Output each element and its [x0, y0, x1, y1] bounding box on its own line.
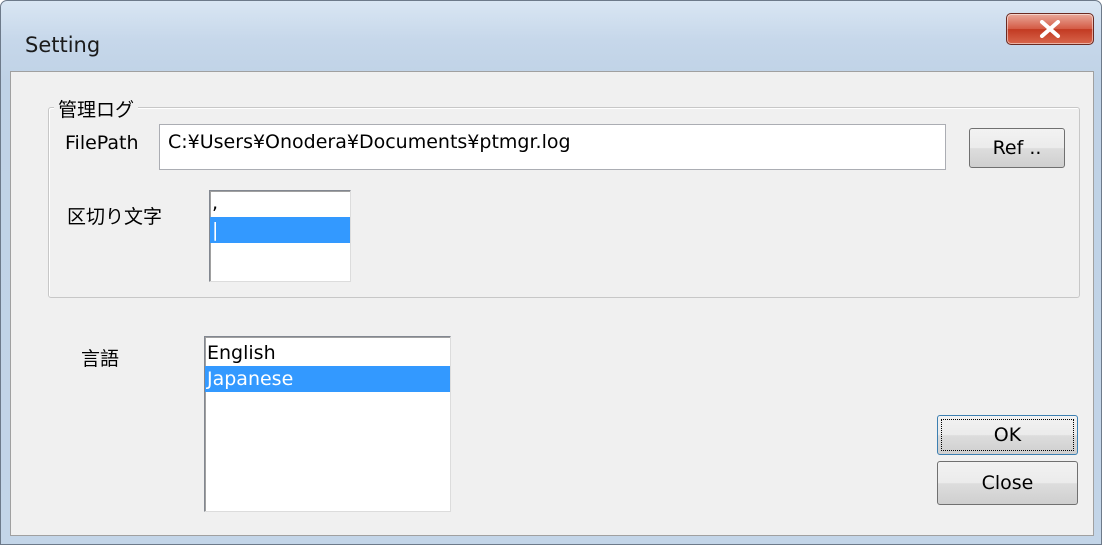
close-button[interactable]: Close — [937, 461, 1078, 505]
log-group-legend: 管理ログ — [54, 95, 139, 122]
dialog-client-area: 管理ログ FilePath C:¥Users¥Onodera¥Documents… — [10, 71, 1094, 536]
delimiter-listbox[interactable]: , | — [209, 190, 351, 282]
delimiter-option-pipe[interactable]: | — [210, 217, 350, 243]
language-label: 言語 — [81, 348, 120, 370]
language-listbox[interactable]: English Japanese — [204, 336, 451, 512]
ok-button[interactable]: OK — [937, 415, 1078, 455]
setting-dialog: Setting 管理ログ FilePath C:¥Users¥Onodera¥D… — [0, 0, 1102, 545]
language-option-english[interactable]: English — [205, 340, 450, 366]
ref-button[interactable]: Ref .. — [969, 128, 1065, 168]
language-option-japanese[interactable]: Japanese — [205, 366, 450, 392]
delimiter-label: 区切り文字 — [67, 206, 163, 228]
close-icon — [1040, 20, 1060, 38]
filepath-input[interactable]: C:¥Users¥Onodera¥Documents¥ptmgr.log — [159, 124, 946, 170]
delimiter-option-comma[interactable]: , — [210, 193, 350, 217]
delimiter-option-empty[interactable] — [210, 243, 350, 269]
window-close-button[interactable] — [1006, 13, 1094, 45]
focus-rectangle — [941, 419, 1074, 451]
filepath-label: FilePath — [65, 132, 139, 154]
window-title: Setting — [25, 33, 101, 57]
